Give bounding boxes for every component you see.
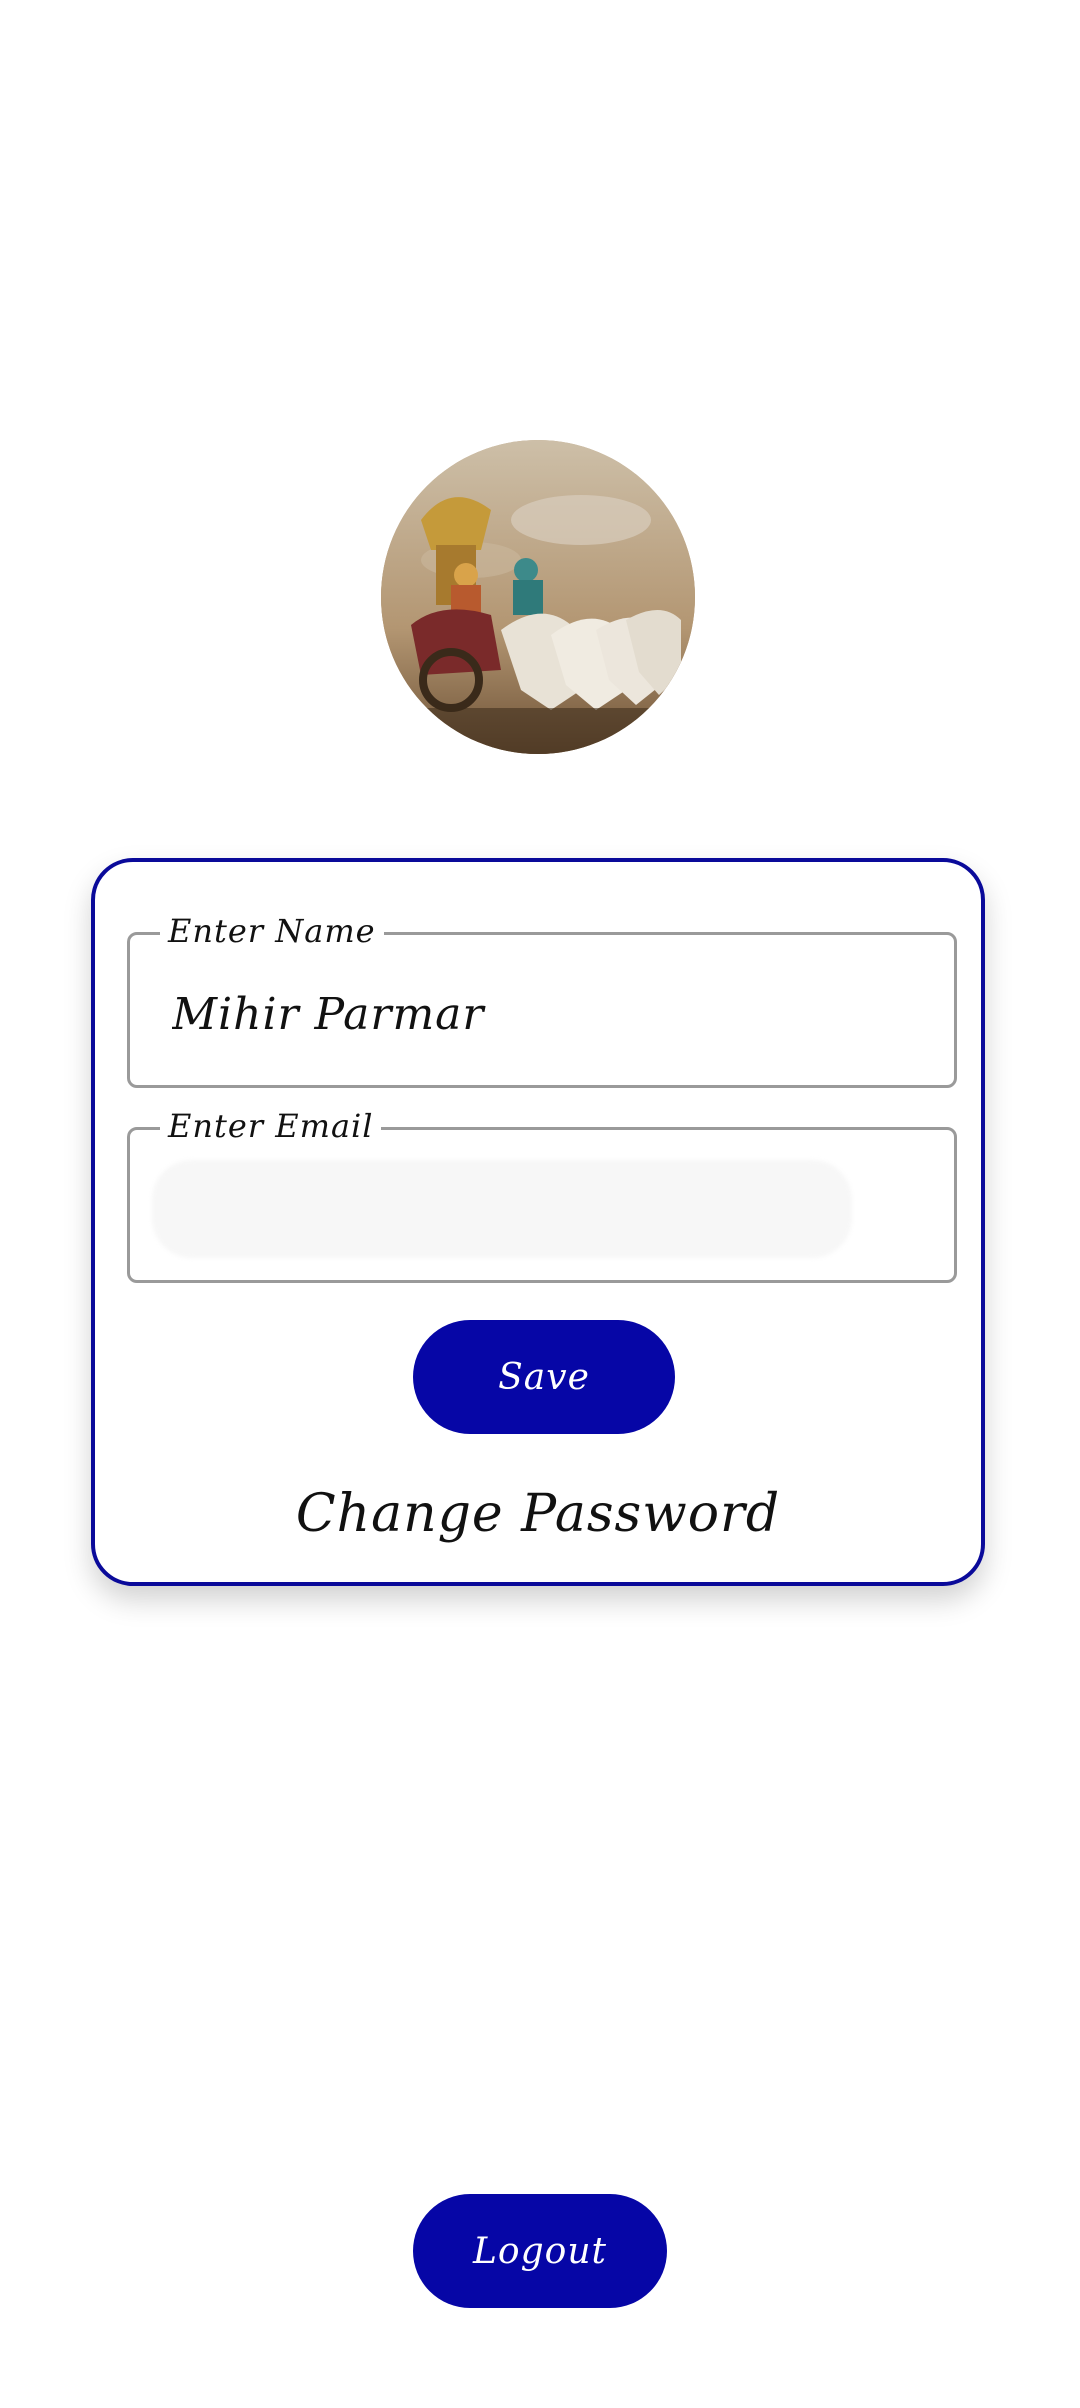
profile-avatar[interactable]	[381, 440, 695, 754]
name-field[interactable]: Enter Name	[127, 911, 957, 1088]
email-field-label: Enter Email	[160, 1106, 382, 1146]
avatar-image	[381, 440, 695, 754]
save-button[interactable]: Save	[413, 1320, 675, 1434]
name-field-label: Enter Name	[160, 911, 384, 951]
email-input[interactable]	[172, 1182, 912, 1238]
change-password-link[interactable]: Change Password	[95, 1484, 981, 1544]
name-input[interactable]	[172, 987, 912, 1043]
logout-button[interactable]: Logout	[413, 2194, 667, 2308]
profile-form-card: Enter Name Enter Email Save Change Passw…	[91, 858, 985, 1586]
email-field[interactable]: Enter Email	[127, 1106, 957, 1283]
